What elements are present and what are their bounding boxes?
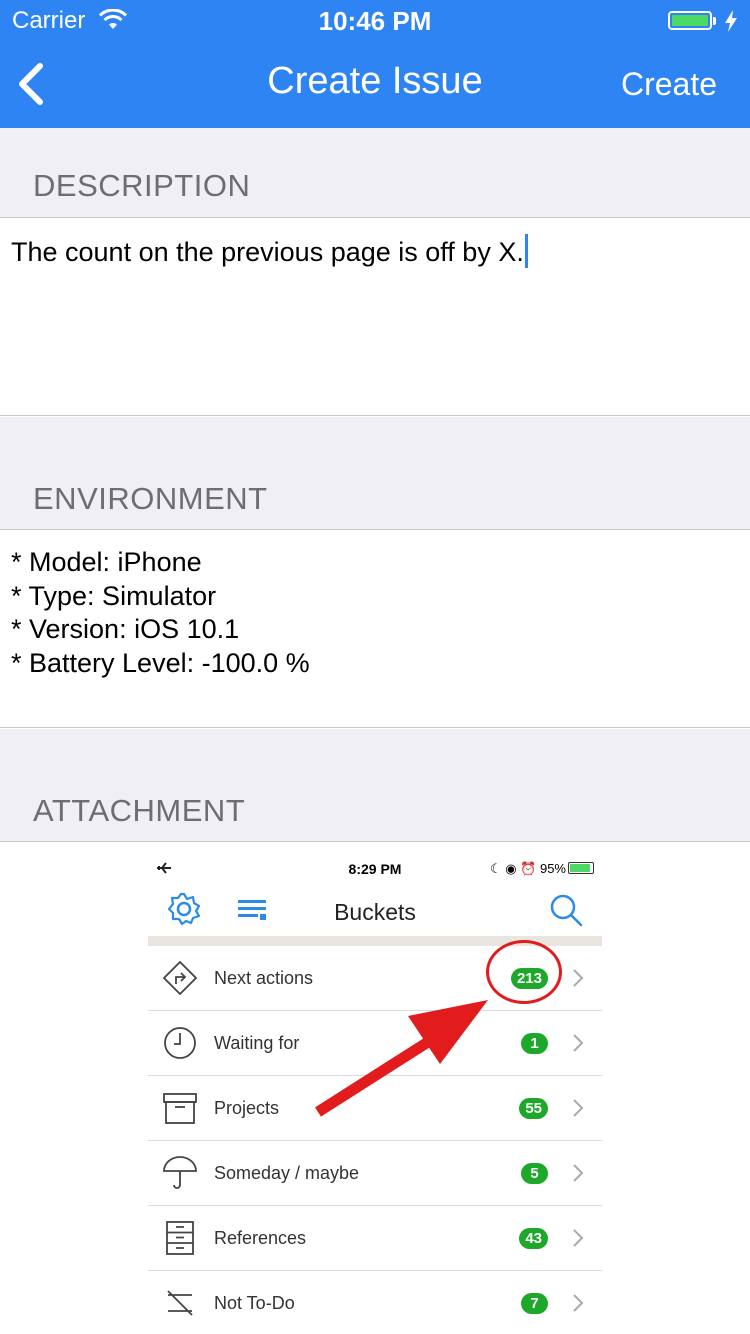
environment-lines: * Model: iPhone * Type: Simulator * Vers… — [11, 546, 310, 680]
list-item-label: Not To-Do — [214, 1293, 295, 1313]
cabinet-icon — [166, 1221, 194, 1255]
next-actions-icon — [162, 960, 198, 996]
description-header: DESCRIPTION — [0, 128, 750, 218]
chevron-right-icon — [573, 1229, 584, 1247]
box-icon — [163, 1093, 197, 1124]
umbrella-icon — [163, 1156, 197, 1189]
count-badge: 1 — [521, 1033, 548, 1054]
attachment-battery-icon — [568, 862, 594, 874]
environment-header-label: ENVIRONMENT — [33, 481, 268, 516]
attachment-status-bar: 8:29 PM ☾ ◉ ⏰ 95% — [148, 852, 602, 886]
attachment-status-right: ☾ ◉ ⏰ 95% — [490, 861, 594, 877]
status-bar: Carrier 10:46 PM — [0, 0, 750, 40]
text-cursor — [524, 234, 528, 268]
environment-header: ENVIRONMENT — [0, 417, 750, 530]
count-badge: 43 — [519, 1228, 548, 1249]
list-item-label: Next actions — [214, 968, 314, 988]
chevron-right-icon — [573, 1034, 584, 1052]
red-arrow-icon — [315, 1000, 488, 1117]
battery-icon — [668, 11, 716, 30]
chevron-right-icon — [573, 1099, 584, 1117]
list-item-label: Projects — [214, 1098, 280, 1118]
description-header-label: DESCRIPTION — [33, 168, 251, 203]
not-todo-icon — [167, 1290, 193, 1316]
search-icon — [550, 894, 583, 927]
attachment-battery-percent: 95% — [539, 861, 566, 876]
description-field[interactable]: The count on the previous page is off by… — [0, 218, 750, 416]
environment-field[interactable]: * Model: iPhone * Type: Simulator * Vers… — [0, 530, 750, 728]
list-item: Someday / maybe 5 — [148, 1141, 602, 1206]
attachment-header-label: ATTACHMENT — [33, 793, 246, 828]
attachment-image[interactable]: 8:29 PM ☾ ◉ ⏰ 95% Buckets Next actions 2… — [148, 852, 602, 1334]
chevron-right-icon — [573, 1164, 584, 1182]
attachment-title: Buckets — [334, 899, 416, 925]
environment-model: * Model: iPhone — [11, 547, 202, 577]
chevron-right-icon — [573, 969, 584, 987]
environment-battery: * Battery Level: -100.0 % — [11, 647, 310, 678]
description-text-wrap: The count on the previous page is off by… — [11, 234, 528, 268]
chevron-right-icon — [573, 1294, 584, 1312]
create-button[interactable]: Create — [621, 66, 717, 103]
moon-icon: ☾ ◉ ⏰ — [489, 861, 540, 876]
environment-version: * Version: iOS 10.1 — [11, 614, 240, 644]
charging-icon — [725, 10, 737, 32]
attachment-header: ATTACHMENT — [0, 729, 750, 842]
description-text: The count on the previous page is off by… — [11, 237, 524, 267]
list-item-label: Waiting for — [214, 1033, 300, 1053]
count-badge: 55 — [519, 1098, 548, 1119]
environment-type: * Type: Simulator — [11, 580, 217, 611]
list-item: Not To-Do 7 — [148, 1271, 602, 1334]
count-badge: 7 — [521, 1293, 548, 1314]
clock-icon — [164, 1027, 196, 1059]
list-item: References 43 — [148, 1206, 602, 1271]
attachment-header-bar: Buckets — [148, 886, 602, 936]
status-time: 10:46 PM — [318, 6, 432, 36]
count-badge: 5 — [521, 1163, 548, 1184]
list-item-label: Someday / maybe — [214, 1163, 360, 1183]
navigation-bar: Carrier 10:46 PM Create Issue Create — [0, 0, 750, 128]
list-item-label: References — [214, 1228, 307, 1248]
